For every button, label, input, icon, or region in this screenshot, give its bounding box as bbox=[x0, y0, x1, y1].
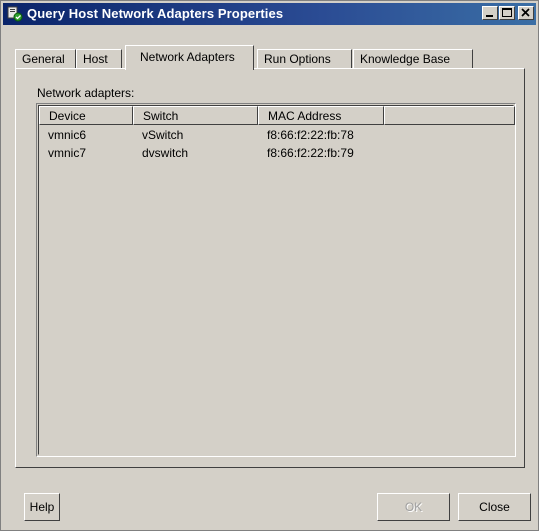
column-header-mac-address[interactable]: MAC Address bbox=[258, 106, 384, 125]
cell-device: vmnic6 bbox=[48, 128, 87, 142]
cell-mac-address: f8:66:f2:22:fb:79 bbox=[267, 146, 354, 160]
tab-host[interactable]: Host bbox=[76, 49, 122, 69]
close-icon bbox=[521, 8, 530, 17]
cell-switch: dvswitch bbox=[142, 146, 189, 160]
tab-network-adapters[interactable]: Network Adapters bbox=[125, 45, 254, 70]
app-icon bbox=[7, 6, 23, 22]
cell-switch: vSwitch bbox=[142, 128, 184, 142]
table-row[interactable]: vmnic6 vSwitch f8:66:f2:22:fb:78 bbox=[39, 126, 513, 144]
list-header: Device Switch MAC Address bbox=[39, 106, 515, 125]
cell-device: vmnic7 bbox=[48, 146, 87, 160]
close-window-button[interactable] bbox=[518, 6, 534, 20]
ok-button[interactable]: OK bbox=[377, 493, 450, 521]
column-header-device[interactable]: Device bbox=[39, 106, 133, 125]
maximize-icon bbox=[502, 8, 512, 17]
help-button[interactable]: Help bbox=[24, 493, 60, 521]
title-bar[interactable]: Query Host Network Adapters Properties bbox=[3, 3, 536, 25]
minimize-icon bbox=[486, 15, 493, 17]
properties-window: Query Host Network Adapters Properties G… bbox=[0, 0, 539, 531]
maximize-button[interactable] bbox=[499, 6, 515, 20]
close-button[interactable]: Close bbox=[458, 493, 531, 521]
column-header-switch[interactable]: Switch bbox=[133, 106, 258, 125]
tab-run-options[interactable]: Run Options bbox=[257, 49, 352, 69]
window-title: Query Host Network Adapters Properties bbox=[27, 6, 284, 21]
tab-general[interactable]: General bbox=[15, 49, 76, 69]
cell-mac-address: f8:66:f2:22:fb:78 bbox=[267, 128, 354, 142]
network-adapters-list[interactable]: Device Switch MAC Address vmnic6 vSwitch… bbox=[36, 103, 516, 457]
column-header-empty[interactable] bbox=[384, 106, 515, 125]
table-row[interactable]: vmnic7 dvswitch f8:66:f2:22:fb:79 bbox=[39, 144, 513, 162]
minimize-button[interactable] bbox=[482, 6, 498, 20]
tab-knowledge-base[interactable]: Knowledge Base bbox=[353, 49, 473, 69]
network-adapters-label: Network adapters: bbox=[37, 86, 135, 100]
